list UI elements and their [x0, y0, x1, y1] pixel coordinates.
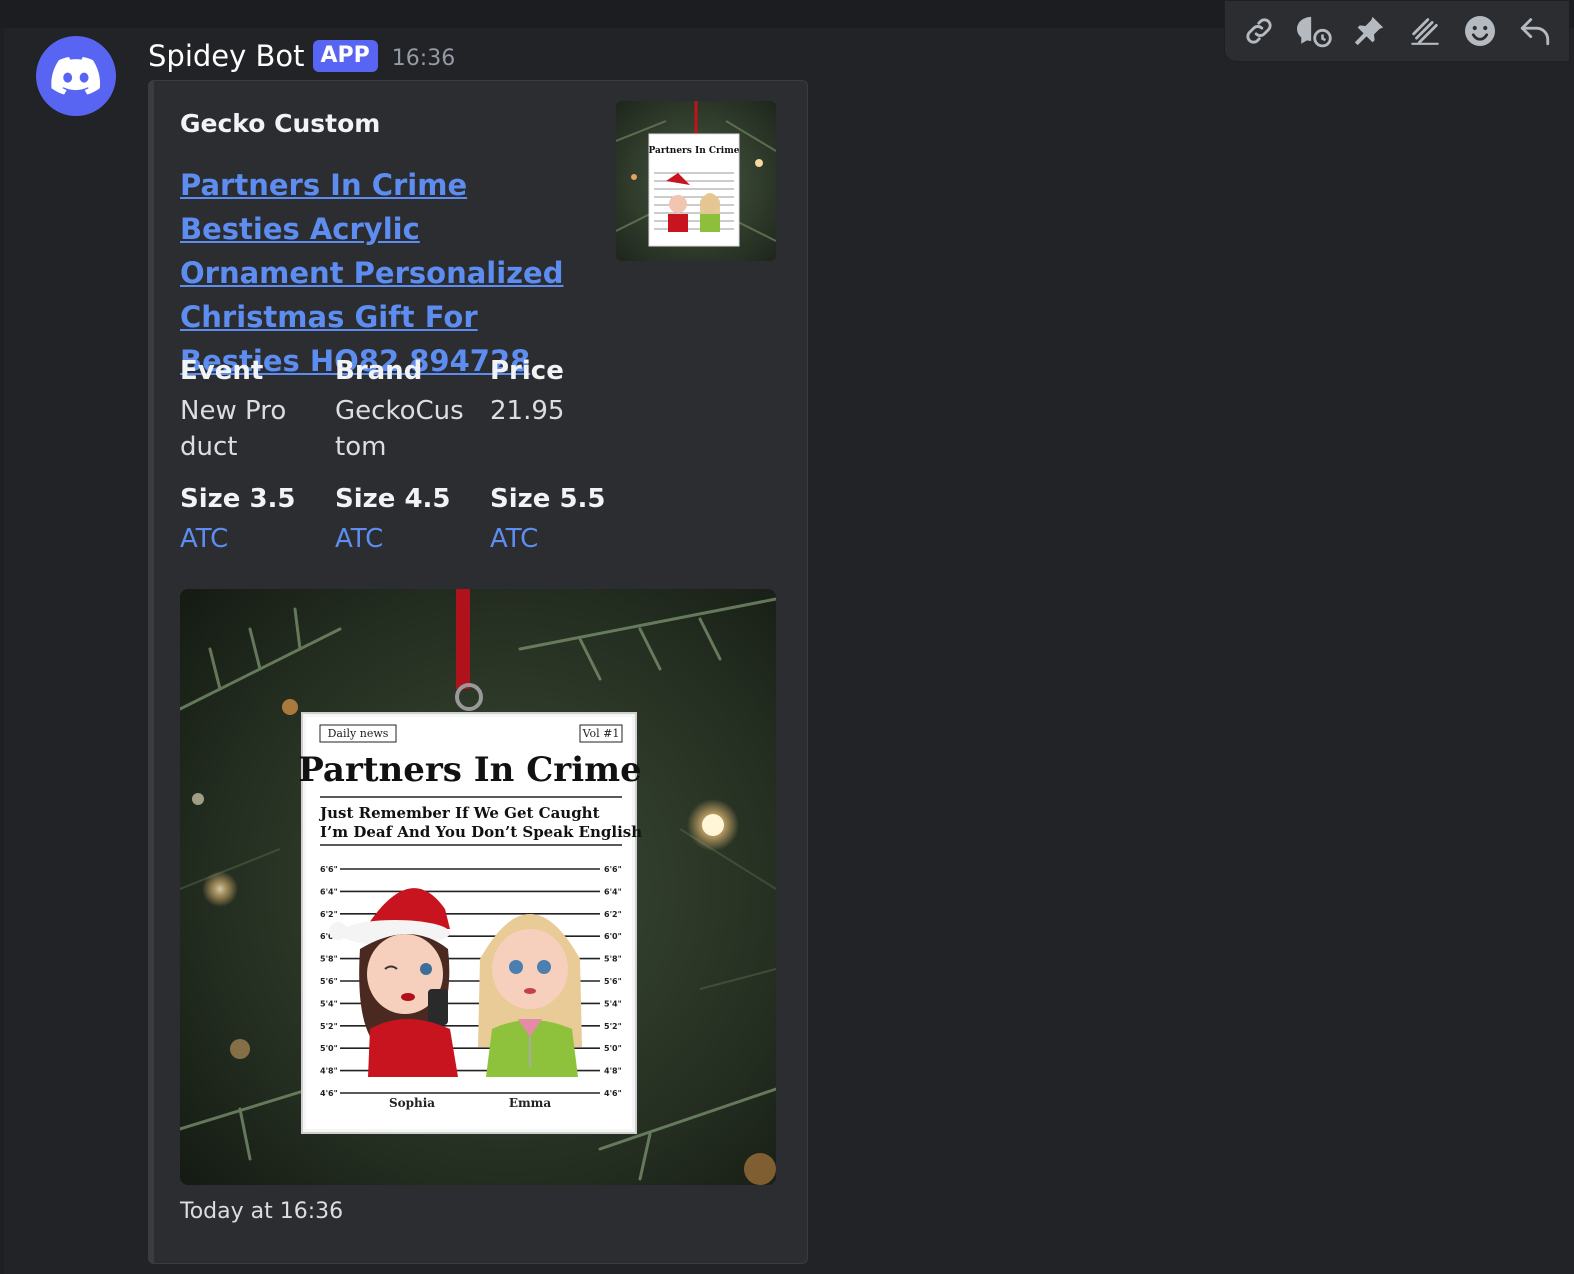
height-label: 4'6" [320, 1089, 338, 1098]
height-label: 6'6" [320, 865, 338, 874]
embed-footer: Today at 16:36 [180, 1199, 344, 1224]
embed-image[interactable]: Daily news Vol #1 Partners In Crime Just… [180, 589, 776, 1185]
height-label: 5'6" [320, 977, 338, 986]
field-size-4-5: Size 4.5 ATC [335, 481, 475, 557]
message-header: Spidey Bot APP 16:36 [148, 36, 455, 76]
embed-author: Gecko Custom [180, 109, 381, 138]
field-size-3-5: Size 3.5 ATC [180, 481, 320, 557]
embed-title-link[interactable]: Partners In Crime Besties Acrylic Orname… [180, 163, 590, 383]
pin-icon[interactable] [1349, 11, 1389, 51]
field-value: New Product [180, 396, 287, 462]
height-label: 5'0" [604, 1044, 622, 1053]
app-badge: APP [312, 40, 378, 72]
field-name: Size 5.5 [490, 484, 606, 514]
height-label: 6'4" [604, 887, 622, 896]
thumbnail-headline: Partners In Crime [649, 146, 740, 156]
height-label: 6'6" [604, 865, 622, 874]
emoji-icon[interactable] [1460, 11, 1500, 51]
embed-thumbnail[interactable]: Partners In Crime [616, 101, 776, 261]
height-label: 6'2" [604, 910, 622, 919]
field-name: Price [490, 356, 564, 386]
atc-link[interactable]: ATC [180, 521, 320, 557]
message-actions-toolbar [1224, 0, 1570, 62]
message-timestamp[interactable]: 16:36 [392, 46, 455, 71]
height-label: 6'2" [320, 910, 338, 919]
link-icon[interactable] [1239, 11, 1279, 51]
discord-logo-icon [51, 57, 101, 95]
thread-icon[interactable] [1294, 11, 1334, 51]
forward-icon[interactable] [1405, 11, 1445, 51]
name-sophia: Sophia [389, 1096, 435, 1110]
field-size-5-5: Size 5.5 ATC [490, 481, 630, 557]
height-label: 5'4" [604, 999, 622, 1008]
channel-edge [0, 28, 4, 1274]
height-label: 5'2" [604, 1022, 622, 1031]
field-event: Event New Product [180, 353, 320, 465]
field-price: Price 21.95 [490, 353, 630, 429]
height-label: 4'8" [604, 1067, 622, 1076]
field-value: GeckoCustom [335, 396, 464, 462]
ornament-headline: Partners In Crime [298, 750, 642, 790]
height-label: 5'4" [320, 999, 338, 1008]
field-name: Size 4.5 [335, 484, 451, 514]
height-label: 5'8" [604, 955, 622, 964]
height-label: 4'8" [320, 1067, 338, 1076]
reply-icon[interactable] [1515, 11, 1555, 51]
embed-card: Gecko Custom Partners In Crime Besties A… [148, 80, 808, 1264]
daily-news-tag: Daily news [328, 727, 389, 740]
vol-tag: Vol #1 [582, 727, 620, 740]
height-label: 5'8" [320, 955, 338, 964]
name-emma: Emma [509, 1096, 552, 1110]
avatar[interactable] [36, 36, 116, 116]
height-label: 6'4" [320, 887, 338, 896]
field-name: Brand [335, 356, 423, 386]
field-name: Event [180, 356, 264, 386]
height-label: 5'6" [604, 977, 622, 986]
height-label: 6'0" [604, 932, 622, 941]
atc-link[interactable]: ATC [490, 521, 630, 557]
field-brand: Brand GeckoCustom [335, 353, 475, 465]
username[interactable]: Spidey Bot [148, 39, 305, 73]
ornament-subheadline-1: Just Remember If We Get Caught [318, 804, 600, 822]
height-label: 5'0" [320, 1044, 338, 1053]
field-name: Size 3.5 [180, 484, 296, 514]
field-value: 21.95 [490, 396, 565, 426]
atc-link[interactable]: ATC [335, 521, 475, 557]
height-label: 5'2" [320, 1022, 338, 1031]
ornament-subheadline-2: I’m Deaf And You Don’t Speak English [320, 823, 642, 841]
height-label: 4'6" [604, 1089, 622, 1098]
